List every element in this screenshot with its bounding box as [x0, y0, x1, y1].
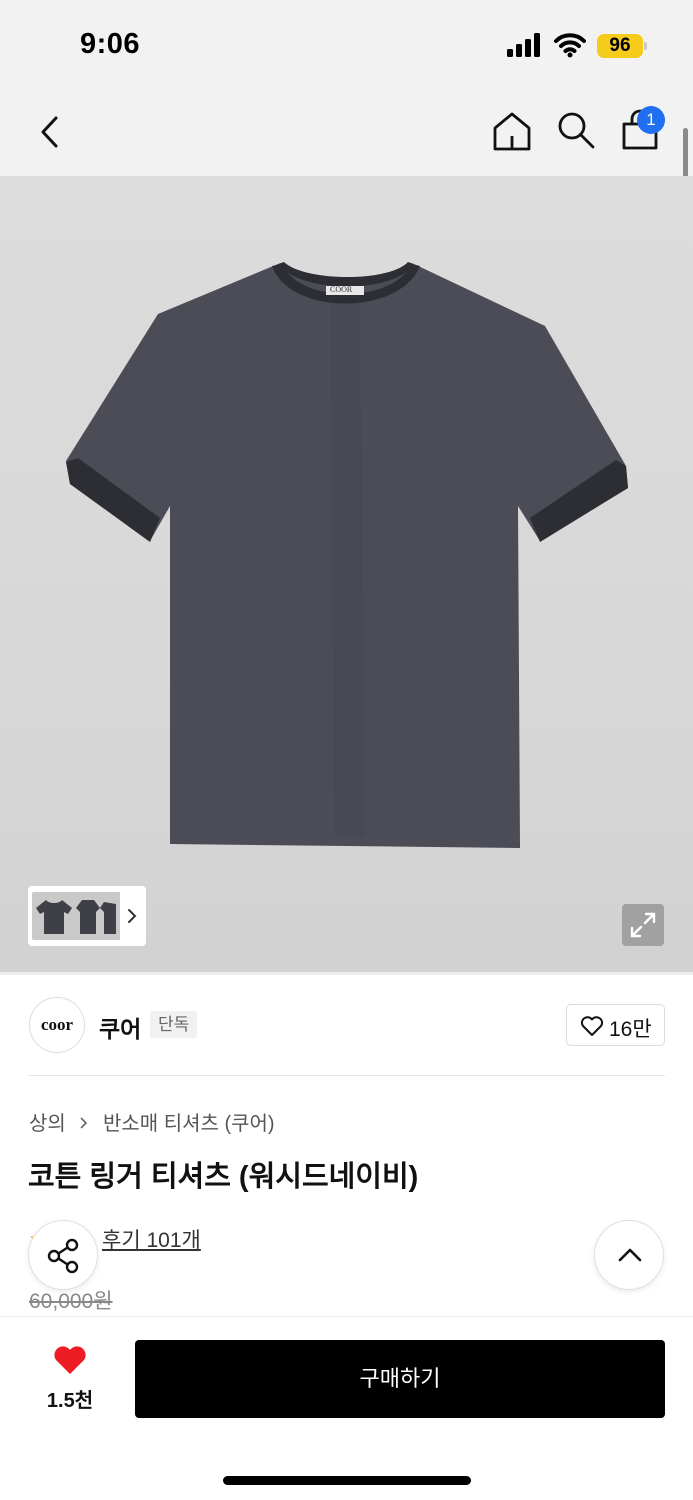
breadcrumb: 상의 반소매 티셔츠 (쿠어): [29, 1107, 275, 1136]
thumbnail-3[interactable]: [100, 892, 120, 940]
review-count-link[interactable]: 후기 101개: [102, 1224, 201, 1254]
top-nav-bar: 1: [0, 88, 693, 176]
heart-filled-icon: [54, 1346, 86, 1374]
brand-logo[interactable]: coor: [29, 997, 85, 1053]
scroll-to-top-button[interactable]: [594, 1220, 664, 1290]
battery-indicator: 96: [597, 34, 643, 58]
product-photo-tshirt: [66, 262, 628, 848]
favorite-count: 1.5천: [46, 1390, 94, 1412]
exclusive-badge: 단독: [150, 1011, 198, 1038]
heart-outline-icon: [580, 1016, 604, 1036]
breadcrumb-item-subcategory[interactable]: 반소매 티셔츠 (쿠어): [103, 1113, 275, 1135]
section-divider: [0, 972, 693, 975]
chevron-left-icon[interactable]: [30, 110, 70, 154]
expand-image-button[interactable]: [622, 904, 664, 946]
divider: [29, 1075, 665, 1076]
wifi-icon: [554, 33, 586, 58]
home-icon[interactable]: [491, 110, 533, 152]
chevron-right-icon: [80, 1117, 88, 1129]
brand-name[interactable]: 쿠어: [99, 1010, 141, 1044]
product-title: 코튼 링거 티셔츠 (워시드네이비): [28, 1161, 419, 1193]
chevron-up-icon: [618, 1248, 642, 1262]
brand-like-count: 16만: [609, 1018, 652, 1041]
search-icon[interactable]: [556, 110, 596, 150]
share-button[interactable]: [28, 1220, 98, 1290]
status-time: 9:06: [80, 28, 141, 60]
neck-label-text: COOR: [330, 285, 353, 294]
breadcrumb-item-category[interactable]: 상의: [29, 1113, 66, 1135]
thumbnail-1[interactable]: [32, 892, 76, 940]
status-bar: 9:06 96: [0, 0, 693, 88]
product-image-gallery[interactable]: COOR: [0, 176, 693, 972]
brand-like-button[interactable]: 16만: [566, 1004, 665, 1046]
share-icon: [47, 1238, 79, 1274]
thumbnail-2[interactable]: [74, 892, 100, 940]
chevron-right-icon[interactable]: [125, 906, 139, 926]
cellular-signal-icon: [507, 33, 540, 57]
expand-icon: [630, 912, 656, 938]
buy-button[interactable]: 구매하기: [135, 1340, 665, 1418]
home-indicator: [223, 1476, 471, 1485]
favorite-button[interactable]: 1.5천: [40, 1342, 100, 1412]
cart-count-badge: 1: [637, 106, 665, 134]
original-price: 60,000원: [29, 1290, 113, 1313]
thumbnail-strip[interactable]: [28, 886, 146, 946]
battery-cap: [644, 42, 647, 50]
